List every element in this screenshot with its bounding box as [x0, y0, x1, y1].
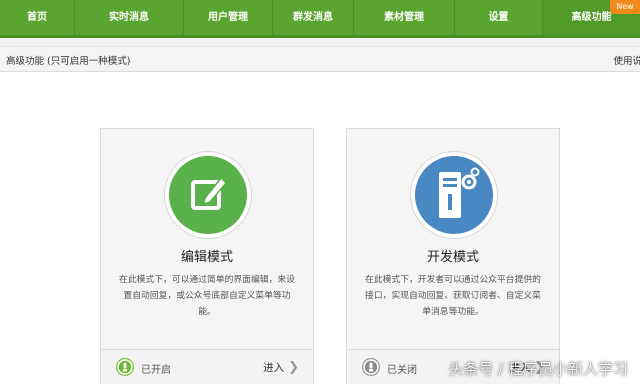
card-description: 在此模式下，可以通过简单的界面编辑，来设置自动回复，或公众号底部自定义菜单等功能… [119, 275, 295, 317]
top-nav: 首页 实时消息 用户管理 群发消息 素材管理 设置 高级功能 New [0, 0, 640, 38]
breadcrumb: 高级功能 (只可启用一种模式) 使用说 [0, 46, 640, 72]
new-badge: New [610, 0, 640, 14]
developer-mode-icon-frame [410, 151, 498, 239]
edit-mode-card: 编辑模式 在此模式下，可以通过简单的界面编辑，来设置自动回复，或公众号底部自定义… [100, 128, 314, 384]
enter-label: 进入 [263, 362, 285, 374]
page-title: 高级功能 (只可启用一种模式) [6, 56, 131, 67]
watermark: 头条号 / 程序员小新人学习 [448, 360, 628, 378]
nav-item-material-management[interactable]: 素材管理 [354, 0, 454, 35]
chevron-right-icon: ❯ [288, 360, 299, 375]
server-gear-icon [415, 156, 493, 234]
edit-icon [169, 156, 247, 234]
usage-instructions-link[interactable]: 使用说 [613, 53, 640, 67]
nav-item-user-management[interactable]: 用户管理 [184, 0, 272, 35]
card-footer: 已开启 进入 ❯ [101, 349, 313, 384]
status-text: 已开启 [141, 365, 171, 376]
status-off-icon [362, 358, 380, 376]
nav-item-mass-messages[interactable]: 群发消息 [273, 0, 353, 35]
developer-mode-card: 开发模式 在此模式下，开发者可以通过公众平台提供的接口，实现自动回复、获取订阅者… [346, 128, 560, 384]
edit-mode-icon-frame [164, 151, 252, 239]
nav-item-realtime-messages[interactable]: 实时消息 [75, 0, 183, 35]
card-title: 开发模式 [426, 250, 479, 265]
status-on-icon [116, 358, 134, 376]
enter-edit-mode-button[interactable]: 进入 ❯ [263, 360, 299, 375]
card-title: 编辑模式 [180, 250, 233, 265]
nav-subband [0, 38, 640, 46]
nav-item-home[interactable]: 首页 [0, 0, 74, 35]
status-text: 已关闭 [387, 365, 417, 376]
nav-item-settings[interactable]: 设置 [455, 0, 542, 35]
card-description: 在此模式下，开发者可以通过公众平台提供的接口，实现自动回复、获取订阅者、自定义菜… [365, 275, 541, 317]
